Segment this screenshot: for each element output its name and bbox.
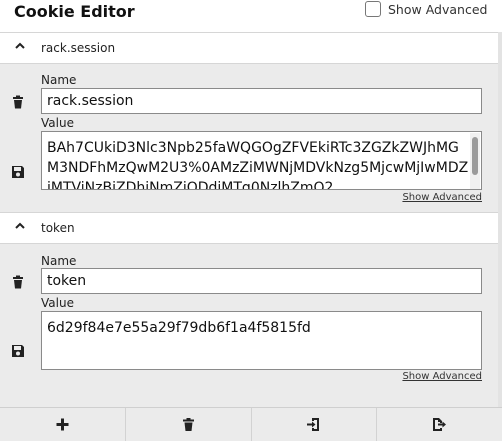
plus-icon (56, 418, 69, 431)
delete-all-button[interactable] (126, 408, 252, 441)
page-scrollbar[interactable] (498, 32, 502, 407)
cookie-value-textarea[interactable]: BAh7CUkiD3Nlc3Npb25faWQGOgZFVEkiRTc3ZGZk… (41, 131, 482, 190)
chevron-up-icon[interactable] (14, 39, 26, 53)
save-cookie-icon[interactable] (11, 165, 25, 179)
cookie-name: rack.session (41, 41, 116, 55)
cookie-name-input[interactable] (41, 268, 482, 294)
app-header: Cookie Editor Show Advanced (0, 0, 502, 32)
cookie-name-input[interactable] (41, 88, 482, 114)
cookie-header-rack-session[interactable]: rack.session (0, 32, 498, 64)
name-label: Name (41, 254, 77, 268)
import-icon (307, 418, 320, 431)
cookie-body-token: Name Value 6d29f84e7e55a29f79db6f1a4f581… (0, 244, 498, 407)
cookie-value-text: 6d29f84e7e55a29f79db6f1a4f5815fd (47, 320, 311, 336)
save-cookie-icon[interactable] (11, 344, 25, 358)
value-label: Value (41, 116, 74, 130)
show-advanced-label: Show Advanced (388, 1, 488, 17)
export-icon (433, 418, 447, 431)
delete-cookie-icon[interactable] (11, 95, 25, 109)
value-label: Value (41, 296, 74, 310)
app-title: Cookie Editor (14, 2, 135, 21)
show-advanced-link[interactable]: Show Advanced (402, 192, 482, 203)
export-button[interactable] (377, 408, 502, 441)
value-scrollbar-thumb[interactable] (472, 137, 478, 175)
trash-icon (182, 418, 194, 431)
cookie-value-textarea[interactable]: 6d29f84e7e55a29f79db6f1a4f5815fd (41, 311, 482, 370)
cookie-name: token (41, 221, 75, 235)
cookie-body-rack-session: Name Value BAh7CUkiD3Nlc3Npb25faWQGOgZFV… (0, 64, 498, 212)
name-label: Name (41, 73, 77, 87)
add-cookie-button[interactable] (0, 408, 126, 441)
delete-cookie-icon[interactable] (11, 275, 25, 289)
show-advanced-link[interactable]: Show Advanced (402, 371, 482, 382)
import-button[interactable] (252, 408, 378, 441)
chevron-up-icon[interactable] (14, 219, 26, 233)
show-advanced-toggle[interactable]: Show Advanced (365, 1, 487, 17)
footer-toolbar (0, 407, 502, 441)
cookie-value-text: BAh7CUkiD3Nlc3Npb25faWQGOgZFVEkiRTc3ZGZk… (47, 140, 469, 190)
value-scrollbar[interactable] (470, 133, 480, 189)
show-advanced-checkbox[interactable] (365, 1, 381, 17)
cookie-header-token[interactable]: token (0, 212, 498, 244)
